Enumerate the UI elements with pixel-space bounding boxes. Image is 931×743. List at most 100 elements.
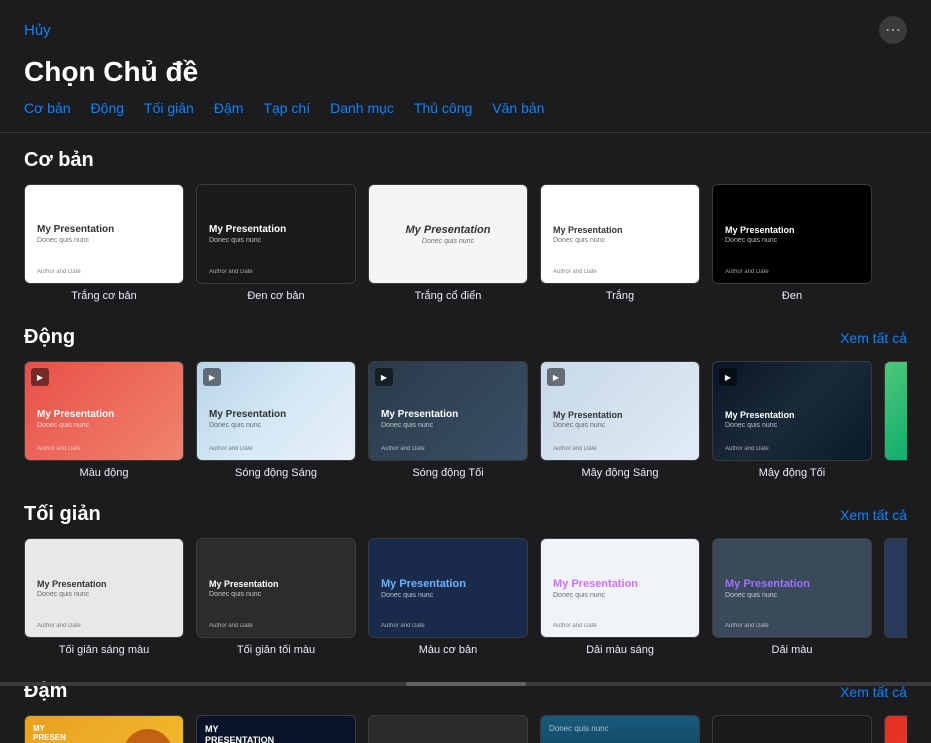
section-dong: Động Xem tất cả ▶ My Presentation Donec … xyxy=(24,326,907,479)
card-subtitle: Donec quis nunc xyxy=(725,422,859,429)
thumb-card-minimal-slate: My Presentation Donec quis nunc Author a… xyxy=(712,538,872,638)
thumb-card-white-basic: My Presentation Donec quis nunc Author a… xyxy=(24,184,184,284)
thumb-card-cloud-dark: ▶ My Presentation Donec quis nunc Author… xyxy=(712,361,872,461)
theme-minimal-slate-light[interactable]: My Presentation Donec quis nunc Author a… xyxy=(540,538,700,656)
section-header-toi-gian: Tối giản Xem tất cả xyxy=(24,503,907,526)
thumb-label-black-basic: Đen cơ bản xyxy=(247,290,304,302)
section-title-dong: Động xyxy=(24,326,75,349)
card-title: My Presentation xyxy=(37,224,171,235)
theme-wave-light[interactable]: ▶ My Presentation Donec quis nunc Author… xyxy=(196,361,356,479)
thumb-card-bold-4: Donec quis nunc xyxy=(540,715,700,743)
nav-tabs: Cơ bản Động Tối giản Đậm Tạp chí Danh mụ… xyxy=(0,100,931,133)
bold-card-inner-3: MY PRESENTATION xyxy=(369,716,527,743)
card-author: Author and Date xyxy=(553,446,597,452)
theme-bold-partial[interactable] xyxy=(884,715,907,743)
card-inner: My Presentation Donec quis nunc Author a… xyxy=(541,185,699,283)
card-title: My Presentation xyxy=(209,409,343,420)
card-subtitle: Donec quis nunc xyxy=(553,592,687,599)
card-subtitle: Donec quis nunc xyxy=(553,237,687,244)
theme-cloud-dark[interactable]: ▶ My Presentation Donec quis nunc Author… xyxy=(712,361,872,479)
theme-cloud-light[interactable]: ▶ My Presentation Donec quis nunc Author… xyxy=(540,361,700,479)
see-all-dong[interactable]: Xem tất cả xyxy=(840,330,907,346)
card-subtitle: Donec quis nunc xyxy=(209,422,343,429)
bold-card-inner-2: MYPRESENTATION xyxy=(197,716,355,743)
bold-title-b2: MYPRESENTATION xyxy=(205,724,347,743)
tab-dong[interactable]: Động xyxy=(91,100,124,116)
thumb-card-black-basic: My Presentation Donec quis nunc Author a… xyxy=(196,184,356,284)
thumb-card-partial xyxy=(884,361,907,461)
card-inner: My Presentation Donec quis nunc Author a… xyxy=(197,185,355,283)
theme-bold-5[interactable]: DONEC QUIS NUNC MYPRESENTATION xyxy=(712,715,872,743)
theme-extra-partial[interactable] xyxy=(884,361,907,479)
thumb-card-partial-2 xyxy=(884,538,907,638)
theme-white-classic[interactable]: My Presentation Donec quis nunc Trắng cổ… xyxy=(368,184,528,302)
card-subtitle: Donec quis nunc xyxy=(725,237,859,244)
thumb-card-bold-3: MY PRESENTATION xyxy=(368,715,528,743)
theme-minimal-dark[interactable]: My Presentation Donec quis nunc Author a… xyxy=(196,538,356,656)
thumb-label-minimal-slate: Dải màu xyxy=(772,644,813,656)
card-author: Author and Date xyxy=(381,623,425,629)
basic-grid: My Presentation Donec quis nunc Author a… xyxy=(24,184,907,302)
theme-white[interactable]: My Presentation Donec quis nunc Author a… xyxy=(540,184,700,302)
card-title: My Presentation xyxy=(209,579,343,589)
thumb-label-color-dynamic: Màu động xyxy=(80,467,129,479)
theme-bold-4[interactable]: Donec quis nunc xyxy=(540,715,700,743)
settings-button[interactable]: ⋯ xyxy=(879,16,907,44)
card-inner: My Presentation Donec quis nunc Author a… xyxy=(713,362,871,460)
theme-bold-2[interactable]: MYPRESENTATION xyxy=(196,715,356,743)
thumb-card-black: My Presentation Donec quis nunc Author a… xyxy=(712,184,872,284)
card-inner: My Presentation Donec quis nunc Author a… xyxy=(713,539,871,637)
card-inner: My Presentation Donec quis nunc Author a… xyxy=(713,185,871,283)
card-author: Author and Date xyxy=(553,269,597,275)
card-title: My Presentation xyxy=(381,409,515,420)
theme-black-basic[interactable]: My Presentation Donec quis nunc Author a… xyxy=(196,184,356,302)
bold-title-2: PRESEN xyxy=(33,733,66,742)
card-author: Author and Date xyxy=(725,623,769,629)
tab-dam[interactable]: Đậm xyxy=(214,100,244,116)
theme-minimal-slate[interactable]: My Presentation Donec quis nunc Author a… xyxy=(712,538,872,656)
cancel-button[interactable]: Hủy xyxy=(24,22,51,39)
card-inner: My Presentation Donec quis nunc Author a… xyxy=(369,362,527,460)
thumb-card-cloud-light: ▶ My Presentation Donec quis nunc Author… xyxy=(540,361,700,461)
theme-minimal-navy[interactable]: My Presentation Donec quis nunc Author a… xyxy=(368,538,528,656)
card-title: My Presentation xyxy=(725,578,859,590)
theme-white-basic[interactable]: My Presentation Donec quis nunc Author a… xyxy=(24,184,184,302)
card-subtitle: Donec quis nunc xyxy=(381,422,515,429)
tab-danh-muc[interactable]: Danh mục xyxy=(330,100,394,116)
card-title: My Presentation xyxy=(37,409,171,420)
tab-van-ban[interactable]: Văn bản xyxy=(492,100,544,116)
section-title-toi-gian: Tối giản xyxy=(24,503,101,526)
card-title: My Presentation xyxy=(553,225,687,235)
theme-extra-partial-2[interactable] xyxy=(884,538,907,656)
tab-toi-gian[interactable]: Tối giản xyxy=(144,100,194,116)
card-subtitle: Donec quis nunc xyxy=(209,591,343,598)
tab-tap-chi[interactable]: Tạp chí xyxy=(263,100,310,116)
theme-black[interactable]: My Presentation Donec quis nunc Author a… xyxy=(712,184,872,302)
thumb-card-bold-2: MYPRESENTATION xyxy=(196,715,356,743)
tab-co-ban[interactable]: Cơ bản xyxy=(24,100,71,116)
card-inner: My Presentation Donec quis nunc Author a… xyxy=(541,539,699,637)
thumb-label-minimal-navy: Màu cơ bản xyxy=(419,644,478,656)
card-subtitle: Donec quis nunc xyxy=(553,422,687,429)
card-author: Author and Date xyxy=(725,446,769,452)
thumb-card-minimal-navy: My Presentation Donec quis nunc Author a… xyxy=(368,538,528,638)
thumb-card-wave-dark: ▶ My Presentation Donec quis nunc Author… xyxy=(368,361,528,461)
thumb-label-cloud-dark: Mây động Tối xyxy=(759,467,825,479)
theme-bold-3[interactable]: MY PRESENTATION xyxy=(368,715,528,743)
theme-wave-dark[interactable]: ▶ My Presentation Donec quis nunc Author… xyxy=(368,361,528,479)
thumb-label-minimal-slate-light: Dải màu sáng xyxy=(586,644,654,656)
header: Hủy ⋯ xyxy=(0,0,931,52)
theme-minimal-light[interactable]: My Presentation Donec quis nunc Author a… xyxy=(24,538,184,656)
card-inner: My Presentation Donec quis nunc Author a… xyxy=(25,539,183,637)
thumb-card-wave-light: ▶ My Presentation Donec quis nunc Author… xyxy=(196,361,356,461)
card-subtitle: Donec quis nunc xyxy=(381,592,515,599)
card-title: My Presentation xyxy=(725,410,859,420)
theme-color-dynamic[interactable]: ▶ My Presentation Donec quis nunc Author… xyxy=(24,361,184,479)
card-subtitle: Donec quis nunc xyxy=(37,422,171,429)
card-author: Author and Date xyxy=(209,446,253,452)
tab-thu-cong[interactable]: Thủ công xyxy=(414,100,472,116)
theme-bold-1[interactable]: MY PRESEN TATION xyxy=(24,715,184,743)
card-subtitle: Donec quis nunc xyxy=(209,237,343,244)
see-all-toi-gian[interactable]: Xem tất cả xyxy=(840,507,907,523)
card-author: Author and Date xyxy=(553,623,597,629)
